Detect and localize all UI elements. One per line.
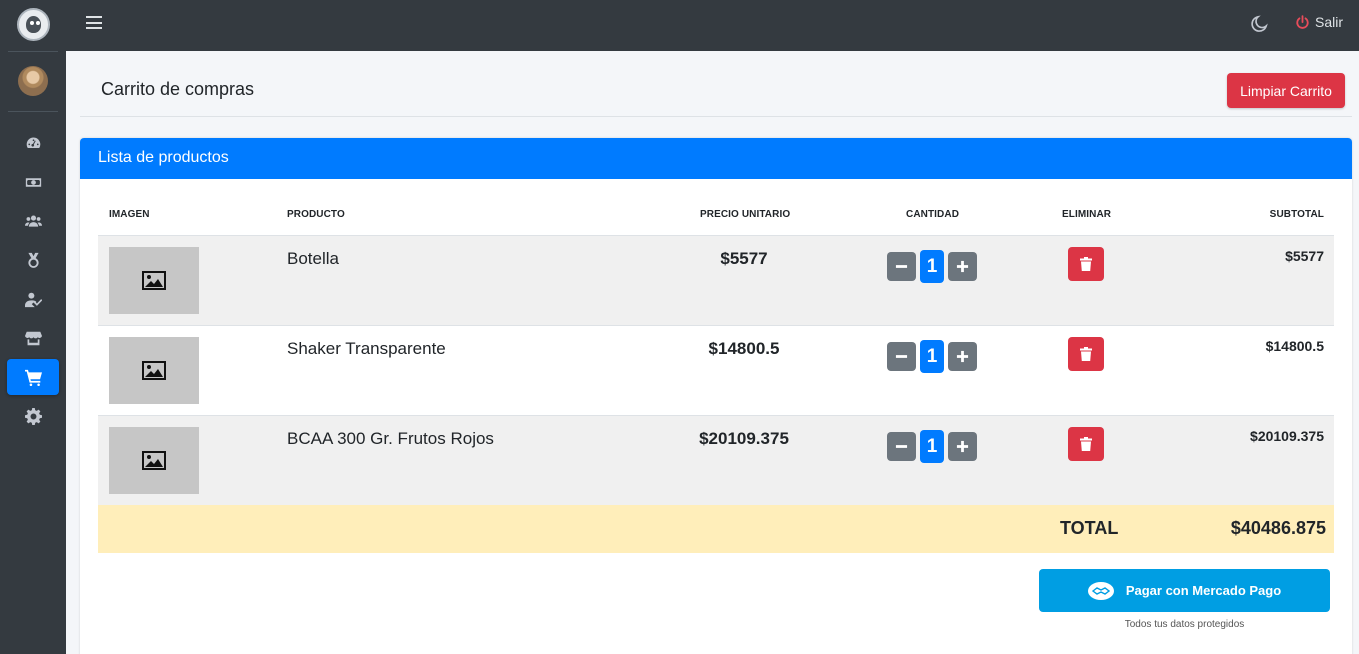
- menu-toggle-icon[interactable]: [86, 16, 102, 32]
- delete-item-button[interactable]: [1068, 337, 1104, 371]
- money-icon: [25, 177, 41, 187]
- minus-icon: [895, 355, 908, 358]
- delete-item-button[interactable]: [1068, 247, 1104, 281]
- handshake-icon: [1087, 581, 1114, 600]
- sidebar-item-memberships[interactable]: [7, 242, 59, 278]
- users-icon: [24, 215, 42, 227]
- cart-icon: [24, 369, 42, 386]
- minus-icon: [895, 445, 908, 448]
- quantity-stepper: 1: [887, 340, 977, 373]
- increase-quantity-button[interactable]: [948, 432, 977, 461]
- column-header-quantity: CANTIDAD: [906, 209, 960, 220]
- decrease-quantity-button[interactable]: [887, 252, 916, 281]
- image-icon: [142, 361, 166, 380]
- sidebar-item-dashboard[interactable]: [7, 125, 59, 161]
- quantity-stepper: 1: [887, 250, 977, 283]
- page-title: Carrito de compras: [101, 79, 255, 99]
- logout-label: Salir: [1315, 14, 1344, 30]
- product-name: Botella: [287, 249, 339, 268]
- power-icon: [1296, 14, 1309, 29]
- card-header: Lista de productos: [80, 138, 1352, 179]
- product-unit-price: $14800.5: [708, 339, 780, 358]
- pay-mercadopago-button[interactable]: Pagar con Mercado Pago: [1039, 569, 1330, 612]
- total-row: TOTAL $40486.875: [98, 505, 1334, 553]
- dashboard-icon: [26, 137, 40, 148]
- plus-icon: [956, 440, 969, 453]
- column-header-image: IMAGEN: [109, 209, 150, 220]
- sidebar-item-users[interactable]: [7, 203, 59, 239]
- pay-button-label: Pagar con Mercado Pago: [1125, 583, 1282, 598]
- table-row: Botella $5577 1 $5577: [98, 236, 1334, 326]
- product-name: Shaker Transparente: [287, 339, 446, 358]
- user-avatar[interactable]: [18, 66, 48, 96]
- sidebar: [0, 0, 66, 654]
- image-icon: [142, 451, 166, 470]
- product-image-placeholder: [109, 427, 199, 494]
- product-image-placeholder: [109, 247, 199, 314]
- sidebar-divider: [8, 51, 58, 52]
- sidebar-item-payments[interactable]: [7, 164, 59, 200]
- column-header-delete: ELIMINAR: [1062, 209, 1112, 220]
- security-note: Todos tus datos protegidos: [1124, 619, 1245, 630]
- sidebar-item-store[interactable]: [7, 320, 59, 356]
- delete-item-button[interactable]: [1068, 427, 1104, 461]
- image-icon: [142, 271, 166, 290]
- table-row: Shaker Transparente $14800.5 1 $14800.5: [98, 326, 1334, 416]
- plus-icon: [956, 260, 969, 273]
- minus-icon: [895, 265, 908, 268]
- sidebar-item-cart[interactable]: [7, 359, 59, 395]
- user-check-icon: [24, 292, 42, 307]
- plus-icon: [956, 350, 969, 363]
- column-header-product: PRODUCTO: [287, 209, 345, 220]
- product-subtotal: $14800.5: [1265, 338, 1324, 354]
- quantity-stepper: 1: [887, 430, 977, 463]
- trash-icon: [1080, 257, 1092, 271]
- quantity-value: 1: [920, 250, 944, 283]
- increase-quantity-button[interactable]: [948, 342, 977, 371]
- product-list-card: Lista de productos IMAGEN PRODUCTO PRECI…: [80, 138, 1352, 654]
- product-subtotal: $5577: [1285, 248, 1324, 264]
- decrease-quantity-button[interactable]: [887, 432, 916, 461]
- product-image-placeholder: [109, 337, 199, 404]
- column-header-unit-price: PRECIO UNITARIO: [700, 209, 791, 220]
- product-unit-price: $5577: [720, 249, 768, 268]
- product-unit-price: $20109.375: [699, 429, 789, 448]
- product-subtotal: $20109.375: [1250, 428, 1324, 444]
- quantity-value: 1: [920, 430, 944, 463]
- quantity-value: 1: [920, 340, 944, 373]
- increase-quantity-button[interactable]: [948, 252, 977, 281]
- trash-icon: [1080, 347, 1092, 361]
- total-value: $40486.875: [1230, 518, 1326, 538]
- logout-button[interactable]: Salir: [1295, 14, 1343, 30]
- table-row: BCAA 300 Gr. Frutos Rojos $20109.375 1 $…: [98, 416, 1334, 506]
- top-navbar: Salir: [66, 0, 1359, 51]
- sidebar-item-attendance[interactable]: [7, 281, 59, 317]
- gear-icon: [24, 407, 42, 425]
- dark-mode-moon-icon[interactable]: [1250, 15, 1268, 33]
- sidebar-item-settings[interactable]: [7, 398, 59, 434]
- title-divider: [80, 116, 1352, 117]
- product-name: BCAA 300 Gr. Frutos Rojos: [287, 429, 494, 448]
- brand-logo[interactable]: [17, 8, 50, 41]
- store-icon: [24, 331, 42, 345]
- total-label: TOTAL: [1060, 518, 1119, 538]
- medal-icon: [27, 252, 39, 268]
- decrease-quantity-button[interactable]: [887, 342, 916, 371]
- trash-icon: [1080, 437, 1092, 451]
- column-header-subtotal: SUBTOTAL: [1269, 209, 1324, 220]
- clear-cart-button[interactable]: Limpiar Carrito: [1227, 73, 1345, 108]
- sidebar-divider: [8, 111, 58, 112]
